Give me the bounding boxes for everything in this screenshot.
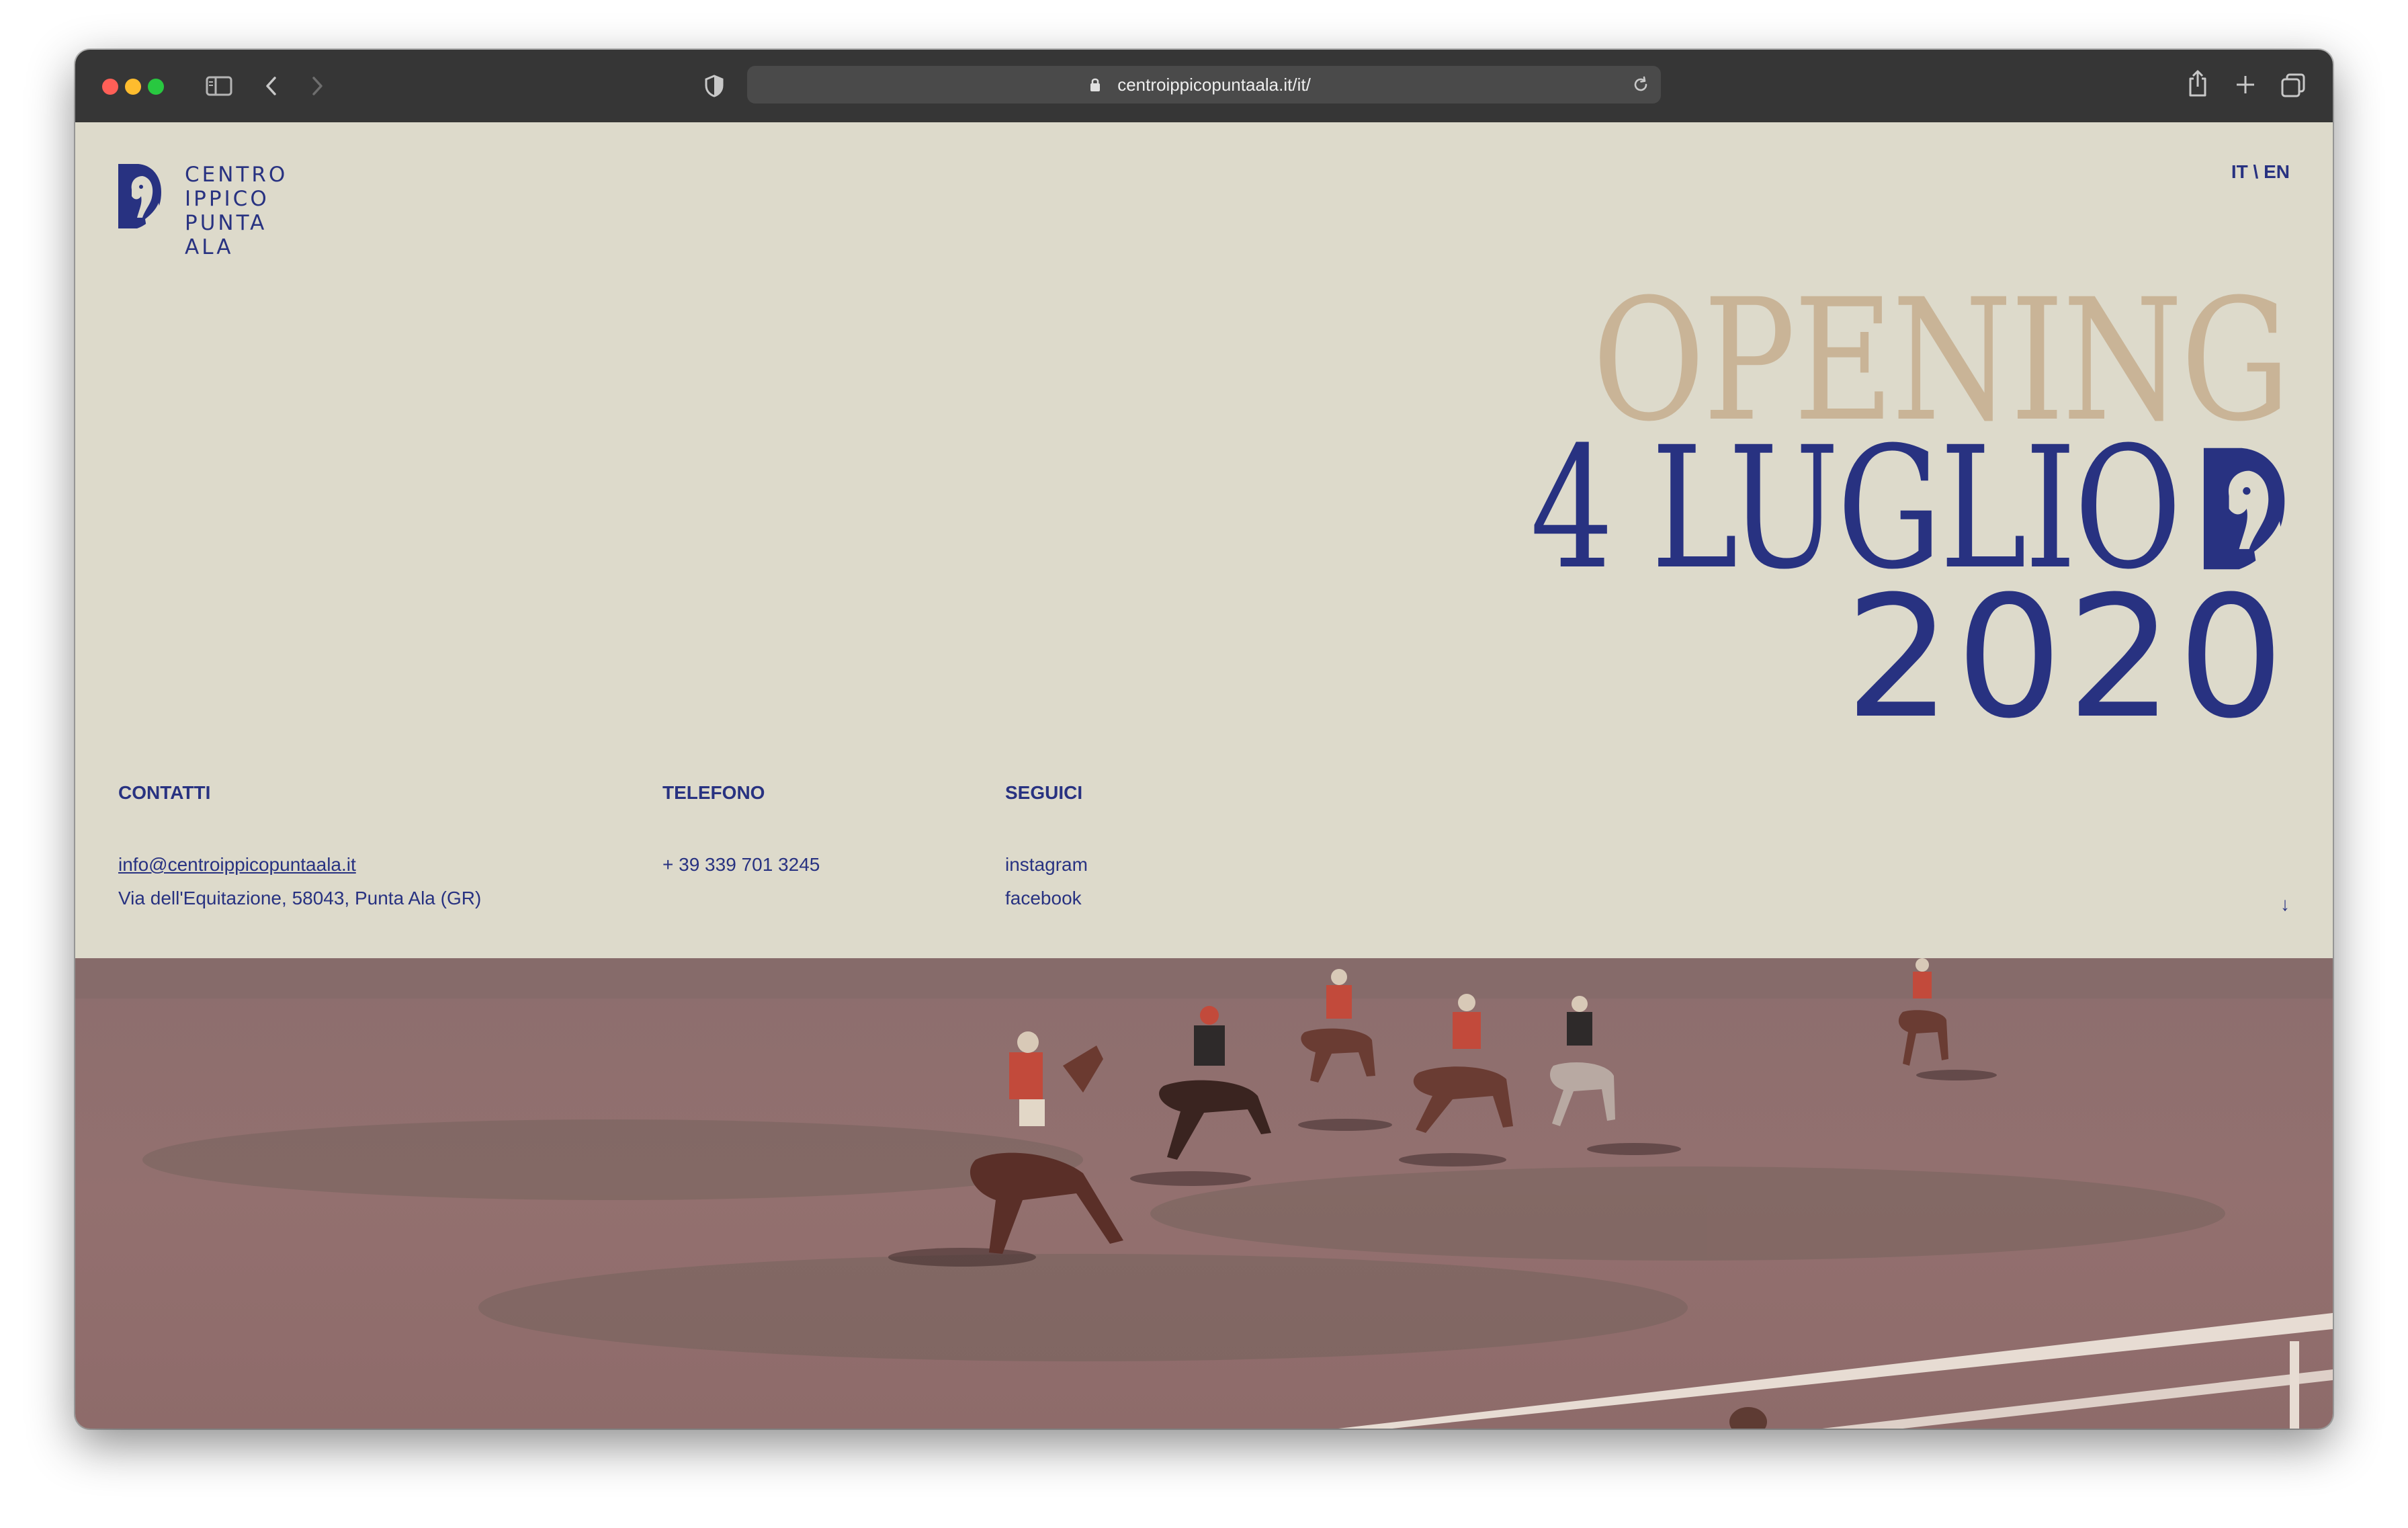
back-icon[interactable]	[263, 74, 280, 98]
browser-window: centroippicopuntaala.it/it/ CENTRO IPPIC…	[75, 50, 2333, 1429]
hero-announcement: OPENING 4 LUGLIO 2020	[1347, 277, 2291, 755]
minimize-window-button[interactable]	[125, 79, 141, 95]
tabs-overview-icon[interactable]	[2280, 73, 2306, 98]
logo-line-1: CENTRO	[185, 163, 288, 187]
horse-head-logo-icon	[118, 164, 161, 228]
scroll-down-arrow-icon[interactable]: ↓	[2280, 894, 2290, 915]
phone-number[interactable]: + 39 339 701 3245	[662, 848, 820, 882]
contatti-column: CONTATTI info@centroippicopuntaala.it Vi…	[118, 782, 481, 915]
url-text: centroippicopuntaala.it/it/	[1117, 75, 1311, 95]
hero-date-text: 4 LUGLIO	[1530, 411, 2182, 606]
new-tab-icon[interactable]	[2235, 74, 2256, 95]
facebook-link[interactable]: facebook	[1005, 882, 1088, 915]
polo-match-photo	[75, 958, 2333, 1429]
horse-head-emblem-icon	[2203, 448, 2285, 570]
hero-date-line: 4 LUGLIO	[1347, 411, 2288, 606]
close-window-button[interactable]	[102, 79, 118, 95]
forward-icon[interactable]	[309, 74, 325, 98]
sidebar-icon[interactable]	[206, 75, 232, 97]
email-link[interactable]: info@centroippicopuntaala.it	[118, 854, 356, 875]
share-icon[interactable]	[2186, 69, 2209, 98]
instagram-link[interactable]: instagram	[1005, 848, 1088, 882]
logo-line-3: PUNTA ALA	[185, 211, 267, 259]
zoom-window-button[interactable]	[148, 79, 164, 95]
hero-year-text: 2020	[1844, 560, 2288, 755]
page-content: CENTRO IPPICO PUNTA ALA IT \ EN OPENING …	[75, 122, 2333, 1429]
reload-icon[interactable]	[1631, 75, 1650, 94]
seguici-column: SEGUICI instagram facebook	[1005, 782, 1088, 915]
telefono-column: TELEFONO + 39 339 701 3245	[662, 782, 820, 882]
shield-icon[interactable]	[704, 74, 724, 98]
telefono-heading: TELEFONO	[662, 782, 765, 803]
contatti-heading: CONTATTI	[118, 782, 211, 803]
browser-toolbar: centroippicopuntaala.it/it/	[75, 50, 2333, 122]
address-bar[interactable]: centroippicopuntaala.it/it/	[747, 66, 1661, 103]
language-switch[interactable]: IT \ EN	[2231, 161, 2290, 183]
logo-wordmark: CENTRO IPPICO PUNTA ALA	[185, 163, 306, 259]
polo-field-image	[75, 958, 2333, 1429]
site-logo[interactable]: CENTRO IPPICO PUNTA ALA	[118, 163, 306, 259]
address-text: Via dell'Equitazione, 58043, Punta Ala (…	[118, 888, 482, 908]
seguici-heading: SEGUICI	[1005, 782, 1083, 803]
logo-line-2: IPPICO	[185, 187, 269, 211]
